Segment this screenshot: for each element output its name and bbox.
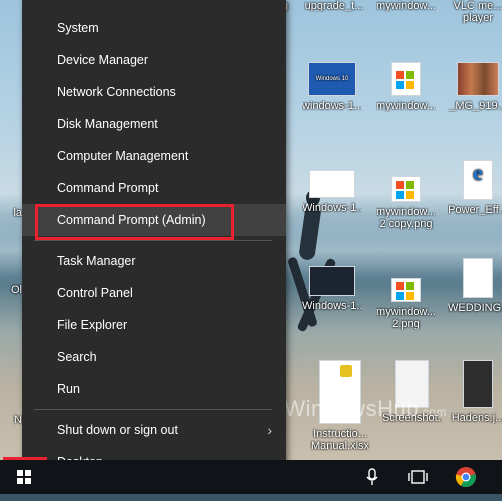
desktop-icon-partial[interactable]: la [0,207,22,219]
image-thumbnail [391,176,421,202]
windows-image-thumbnail: Windows 10 [308,62,356,96]
desktop-icon[interactable]: mywindow... 2 copy.png [376,176,436,230]
windows-logo-icon [17,470,31,484]
document-thumbnail [463,258,493,298]
menu-item-system[interactable]: System [22,12,286,44]
highlight-box-command-prompt-admin [35,204,234,240]
menu-separator [34,409,272,410]
menu-item-network-connections[interactable]: Network Connections [22,76,286,108]
desktop-icon[interactable]: mywindow... [376,62,436,112]
desktop-icon[interactable]: Windows-1... [302,266,362,312]
desktop-icon[interactable]: mywindow... [376,0,436,12]
desktop-icon[interactable]: mywindow... 2.png [376,278,436,330]
photo-thumbnail [457,62,499,96]
menu-item-computer-management[interactable]: Computer Management [22,140,286,172]
menu-item-command-prompt[interactable]: Command Prompt [22,172,286,204]
edge-icon: e [463,160,493,200]
desktop-icon[interactable]: upgrade_t... [304,0,364,12]
microphone-icon[interactable] [352,460,392,494]
screenshot-thumbnail [309,266,355,296]
menu-item-disk-management[interactable]: Disk Management [22,108,286,140]
task-view-icon[interactable] [398,460,438,494]
desktop-icon[interactable]: WEDDING... [448,258,502,314]
document-thumbnail [309,170,355,198]
menu-item-label: Shut down or sign out [57,423,178,437]
desktop-icon[interactable]: Windows 10 windows-1... [302,62,362,112]
desktop-icon[interactable]: VLC me... player [448,0,502,24]
image-thumbnail [391,278,421,302]
menu-item-file-explorer[interactable]: File Explorer [22,309,286,341]
menu-item-device-manager[interactable]: Device Manager [22,44,286,76]
image-thumbnail [391,62,421,96]
menu-item-run[interactable]: Run [22,373,286,405]
menu-separator [34,240,272,241]
menu-item-task-manager[interactable]: Task Manager [22,245,286,277]
desktop-icon-partial[interactable]: Ol [0,284,22,296]
desktop-icon[interactable]: Windows-1... [302,170,362,214]
chevron-right-icon: › [267,422,272,438]
desktop-icon[interactable]: _MG_919... [448,62,502,112]
desktop-icon-partial[interactable]: N [0,414,22,426]
taskbar [0,460,502,494]
menu-item-shut-down-or-sign-out[interactable]: Shut down or sign out › [22,414,286,446]
start-button[interactable] [4,460,44,494]
menu-item-control-panel[interactable]: Control Panel [22,277,286,309]
chrome-icon[interactable] [446,460,486,494]
desktop-icon[interactable]: e Power_Eff... [448,160,502,216]
menu-item-search[interactable]: Search [22,341,286,373]
